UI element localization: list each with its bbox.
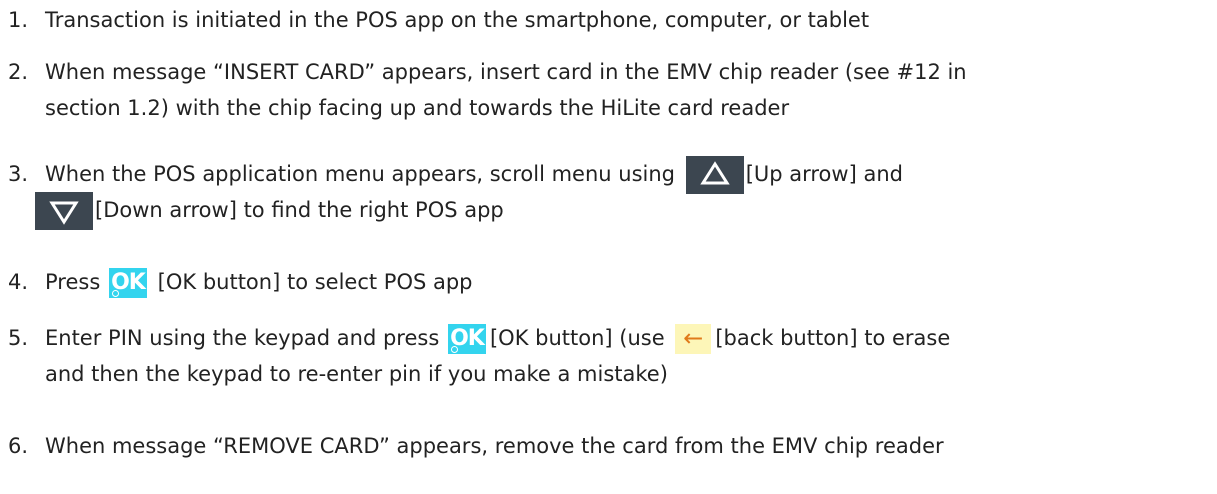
step-text-line-2: and then the keypad to re-enter pin if y… bbox=[45, 362, 668, 386]
ok-button-label: [OK button] to select POS app bbox=[157, 270, 473, 294]
up-arrow-triangle-icon bbox=[685, 156, 744, 194]
step-text: When message “REMOVE CARD” appears, remo… bbox=[45, 434, 944, 458]
down-arrow-triangle-icon bbox=[35, 192, 93, 230]
ok-button-label: [OK button] (use bbox=[489, 326, 665, 350]
step-number: 1. bbox=[8, 8, 29, 32]
step-1: 1. Transaction is initiated in the POS a… bbox=[0, 2, 1210, 38]
step-3: 3. When the POS application menu appears… bbox=[0, 156, 1210, 230]
ok-button-icon: OK bbox=[108, 268, 147, 298]
step-text: Transaction is initiated in the POS app … bbox=[45, 8, 870, 32]
down-arrow-label: [Down arrow] to find the right POS app bbox=[95, 198, 504, 222]
step-number: 5. bbox=[8, 326, 29, 350]
step-5: 5. Enter PIN using the keypad and press … bbox=[0, 320, 1210, 392]
step-number: 4. bbox=[8, 270, 29, 294]
step-2: 2. When message “INSERT CARD” appears, i… bbox=[0, 54, 1210, 126]
up-arrow-label: [Up arrow] and bbox=[745, 162, 903, 186]
back-button-label: [back button] to erase bbox=[715, 326, 951, 350]
back-arrow-icon: ← bbox=[675, 324, 712, 354]
step-text: Enter PIN using the keypad and press bbox=[45, 326, 440, 350]
step-4: 4. Press OK [OK button] to select POS ap… bbox=[0, 264, 1210, 300]
step-text-line-2: section 1.2) with the chip facing up and… bbox=[45, 96, 790, 120]
step-6: 6. When message “REMOVE CARD” appears, r… bbox=[0, 428, 1210, 464]
step-text-line-1: When message “INSERT CARD” appears, inse… bbox=[45, 60, 967, 84]
step-number: 6. bbox=[8, 434, 29, 458]
step-text: When the POS application menu appears, s… bbox=[45, 162, 675, 186]
step-number: 3. bbox=[8, 162, 29, 186]
step-number: 2. bbox=[8, 60, 29, 84]
ok-button-icon: OK bbox=[447, 324, 486, 354]
step-text: Press bbox=[45, 270, 101, 294]
